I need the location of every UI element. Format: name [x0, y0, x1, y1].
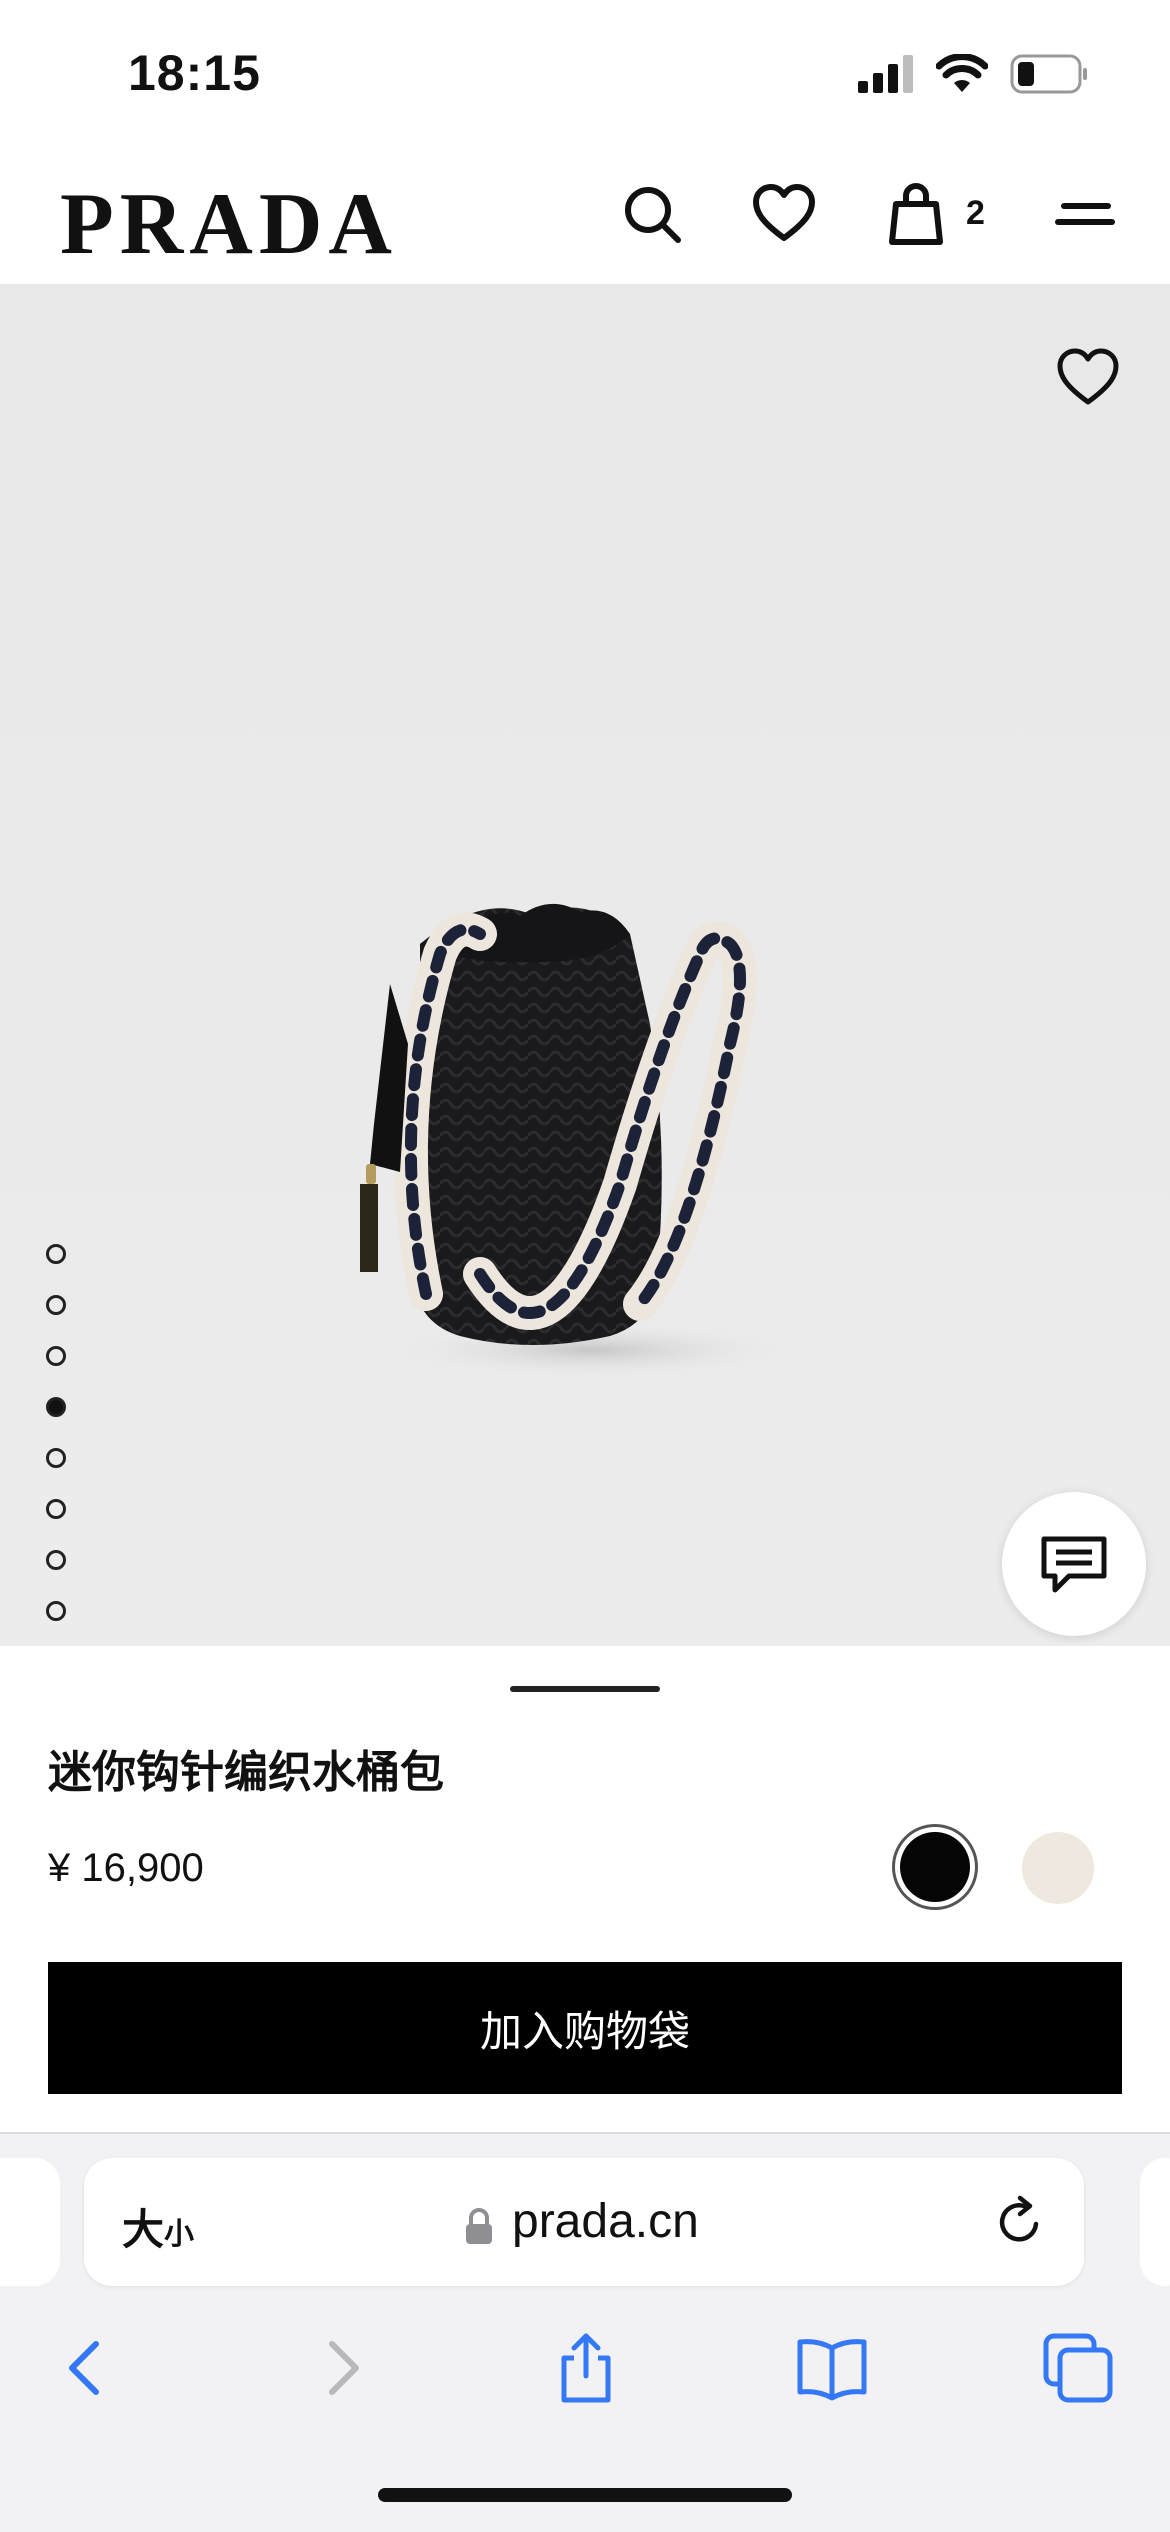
heart-icon[interactable]: [752, 182, 816, 246]
gallery-dot[interactable]: [46, 1295, 66, 1315]
reload-icon[interactable]: [992, 2194, 1048, 2250]
bag-image: [360, 903, 790, 1378]
gallery-dot[interactable]: [46, 1448, 66, 1468]
bookmarks-icon[interactable]: [794, 2330, 870, 2406]
product-name: 迷你钩针编织水桶包: [48, 1747, 444, 1798]
browser-toolbar: 大小 prada.cn: [0, 2134, 1170, 2532]
prada-logo[interactable]: PRADA: [60, 174, 398, 275]
home-indicator: [378, 2488, 792, 2502]
status-icons: [858, 54, 1090, 94]
color-swatch-black[interactable]: [892, 1824, 978, 1910]
favorite-heart-icon[interactable]: [1056, 346, 1120, 410]
text-size-large: 大: [122, 2205, 165, 2254]
site-header: PRADA 2: [0, 160, 1170, 286]
product-price: ¥ 16,900: [48, 1846, 204, 1890]
add-to-bag-button[interactable]: 加入购物袋: [48, 1962, 1122, 2094]
gallery-dot[interactable]: [46, 1601, 66, 1621]
gallery-dot[interactable]: [46, 1346, 66, 1366]
next-tab-preview[interactable]: [1140, 2158, 1170, 2286]
share-icon[interactable]: [548, 2330, 624, 2406]
wifi-icon: [936, 54, 988, 94]
chat-button[interactable]: [1002, 1492, 1146, 1636]
sheet-handle[interactable]: [510, 1686, 660, 1692]
gallery-dot-active[interactable]: [46, 1397, 66, 1417]
status-time: 18:15: [128, 45, 261, 101]
color-swatch-cream[interactable]: [1022, 1832, 1094, 1904]
bag-count-badge: 2: [966, 194, 985, 232]
gallery-dot[interactable]: [46, 1244, 66, 1264]
product-image-gallery[interactable]: [0, 284, 1170, 1646]
url-text[interactable]: prada.cn: [512, 2194, 699, 2249]
lock-icon: [464, 2208, 494, 2246]
back-icon[interactable]: [50, 2330, 126, 2406]
chat-icon: [1039, 1534, 1109, 1594]
forward-icon[interactable]: [302, 2330, 378, 2406]
text-size-button[interactable]: 大小: [122, 2196, 194, 2257]
previous-tab-preview[interactable]: [0, 2158, 60, 2286]
menu-icon[interactable]: [1054, 182, 1118, 246]
battery-icon: [1010, 54, 1090, 94]
address-bar[interactable]: 大小 prada.cn: [84, 2158, 1084, 2286]
gallery-pagination: [46, 1244, 66, 1621]
gallery-dot[interactable]: [46, 1499, 66, 1519]
gallery-dot[interactable]: [46, 1550, 66, 1570]
cellular-signal-icon: [858, 55, 914, 93]
shopping-bag-icon[interactable]: [884, 182, 948, 246]
tabs-icon[interactable]: [1040, 2330, 1116, 2406]
text-size-small: 小: [164, 2217, 195, 2252]
swatch-black-fill: [900, 1832, 970, 1902]
search-icon[interactable]: [620, 182, 684, 246]
